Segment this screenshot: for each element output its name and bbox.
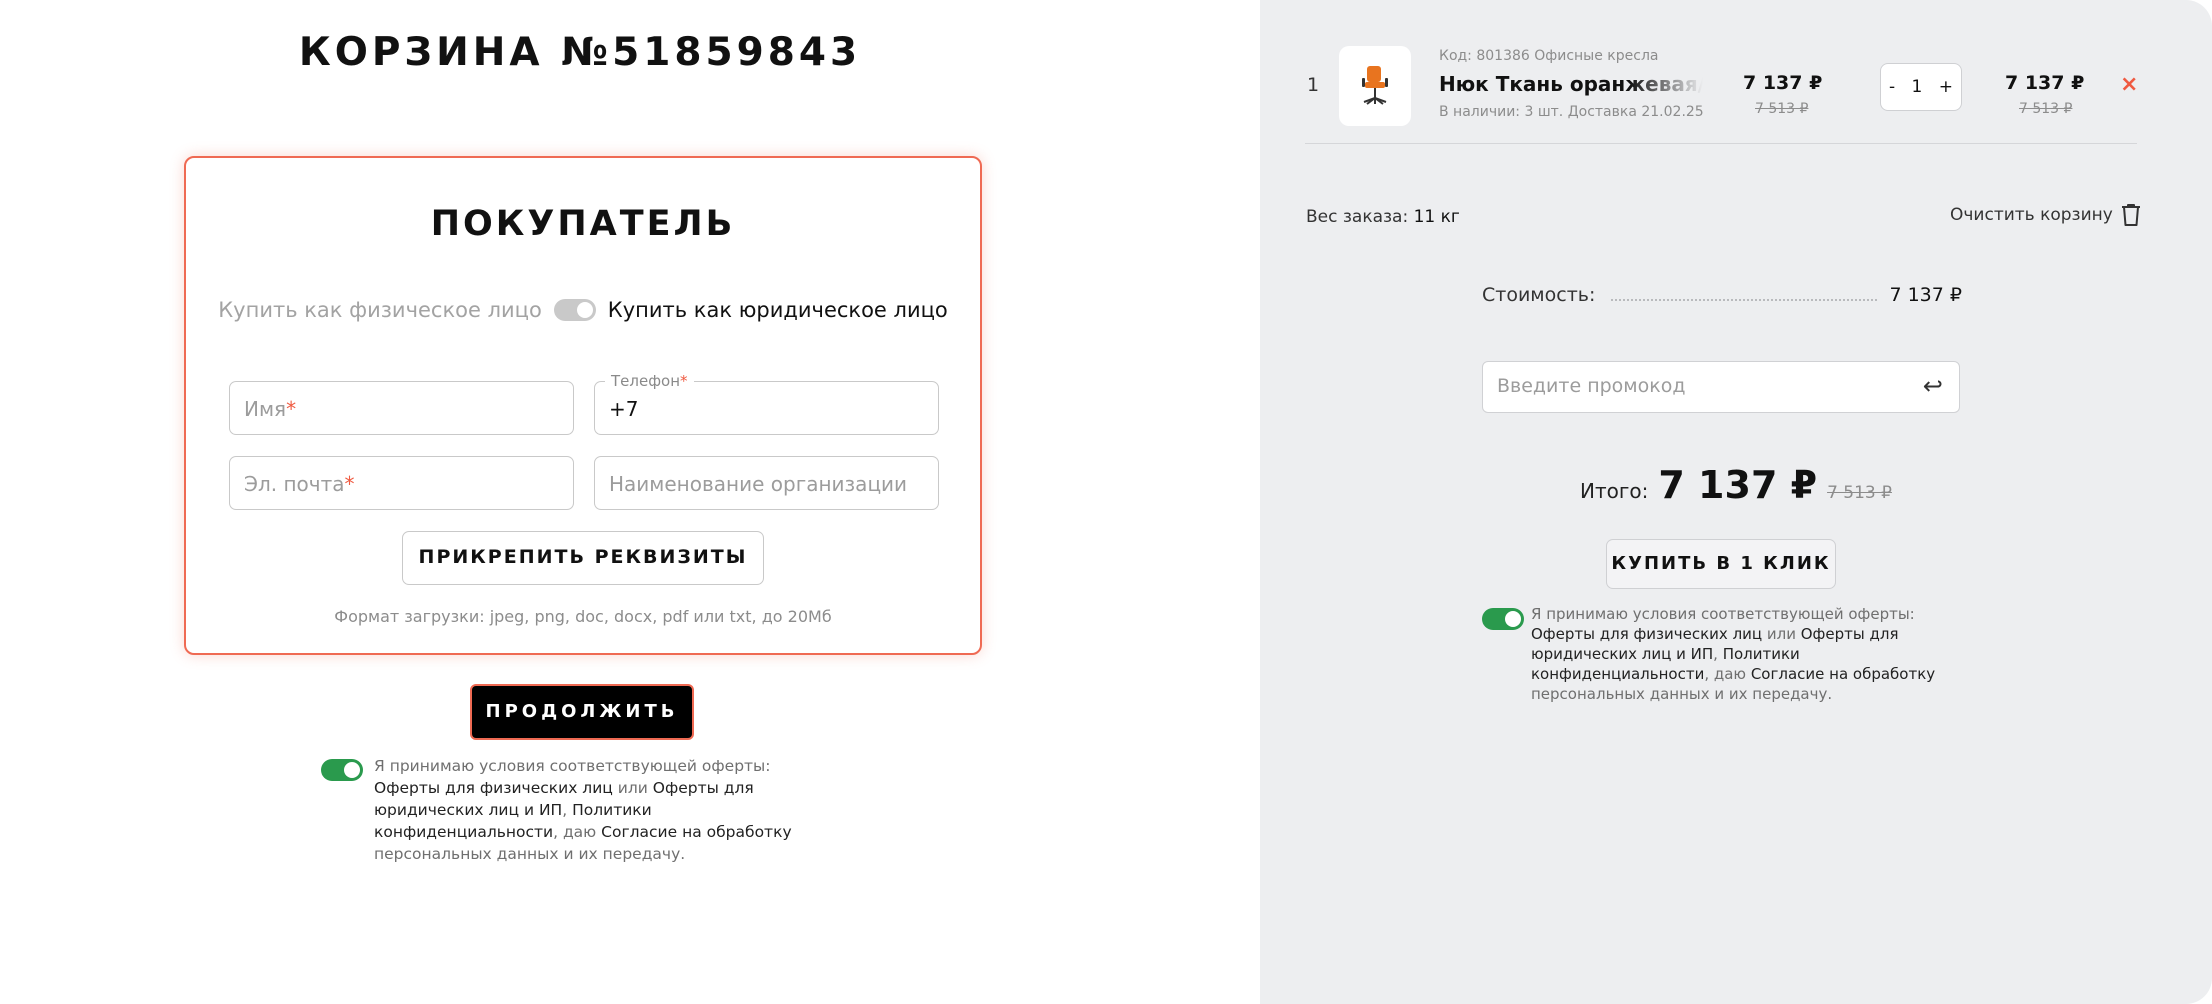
phone-label: Телефон*	[605, 372, 694, 390]
order-summary-panel: 1 Код: 801386 Офисные кресла Нюк Ткань о…	[1260, 0, 2212, 1004]
promo-code-input[interactable]: Введите промокод ↩	[1482, 361, 1960, 413]
buyer-type-legal-label[interactable]: Купить как юридическое лицо	[608, 298, 948, 322]
consent-text-left: Я принимаю условия соответствующей оферт…	[374, 757, 792, 863]
total-old-value: 7 513 ₽	[1827, 483, 1892, 503]
clear-cart-label: Очистить корзину	[1950, 205, 2113, 225]
order-total: Итого: 7 137 ₽ 7 513 ₽	[1260, 463, 2212, 507]
item-code: Код: 801386 Офисные кресла	[1439, 48, 1659, 64]
consent-text-right: Я принимаю условия соответствующей оферт…	[1531, 605, 1936, 703]
organization-placeholder: Наименование организации	[609, 472, 908, 496]
buyer-type-physical-label[interactable]: Купить как физическое лицо	[218, 298, 542, 322]
promo-placeholder: Введите промокод	[1497, 375, 1686, 397]
data-consent-link[interactable]: Согласие на обработку	[601, 823, 791, 841]
total-value: 7 137 ₽	[1658, 463, 1818, 507]
name-placeholder: Имя*	[244, 397, 297, 421]
item-stock-delivery: В наличии: 3 шт. Доставка 21.02.25	[1439, 104, 1704, 120]
buy-one-click-button[interactable]: КУПИТЬ В 1 КЛИК	[1606, 539, 1836, 589]
cost-value: 7 137 ₽	[1889, 284, 1962, 306]
buyer-type-switch: Купить как физическое лицо Купить как юр…	[186, 298, 980, 322]
buyer-section: ПОКУПАТЕЛЬ Купить как физическое лицо Ку…	[184, 156, 982, 655]
qty-minus-button[interactable]: -	[1889, 77, 1895, 97]
item-sum-old: 7 513 ₽	[2019, 101, 2073, 117]
item-sum: 7 137 ₽	[2005, 72, 2085, 94]
office-chair-icon[interactable]	[1339, 46, 1411, 126]
attach-requisites-button[interactable]: ПРИКРЕПИТЬ РЕКВИЗИТЫ	[402, 531, 764, 585]
consent-toggle-right[interactable]	[1482, 608, 1524, 630]
data-consent-link[interactable]: Согласие на обработку	[1751, 665, 1935, 683]
order-weight: Вес заказа: 11 кг	[1306, 207, 1460, 227]
cart-item: 1 Код: 801386 Офисные кресла Нюк Ткань о…	[1305, 44, 2138, 144]
item-price: 7 137 ₽	[1743, 72, 1823, 94]
buyer-type-toggle[interactable]	[553, 299, 596, 321]
consent-toggle-left[interactable]	[321, 759, 363, 781]
checkout-form-panel: КОРЗИНА №51859843 ПОКУПАТЕЛЬ Купить как …	[0, 0, 1260, 1004]
qty-plus-button[interactable]: +	[1939, 77, 1953, 97]
item-index: 1	[1307, 74, 1320, 96]
phone-value: +7	[609, 397, 639, 421]
item-name-link[interactable]: Нюк Ткань оранжевая/Сетка	[1439, 72, 1703, 98]
offer-individuals-link[interactable]: Оферты для физических лиц	[1531, 625, 1762, 643]
email-field[interactable]: Эл. почта*	[229, 456, 574, 510]
phone-field[interactable]: Телефон* +7	[594, 372, 939, 435]
organization-field[interactable]: Наименование организации	[594, 456, 939, 510]
enter-icon[interactable]: ↩	[1923, 372, 1943, 400]
trash-icon	[2121, 204, 2140, 226]
qty-value[interactable]: 1	[1912, 77, 1923, 97]
page-title: КОРЗИНА №51859843	[298, 30, 862, 75]
total-label: Итого:	[1580, 479, 1649, 503]
cost-leader-dots	[1611, 299, 1878, 301]
cost-label: Стоимость:	[1482, 284, 1596, 306]
email-placeholder: Эл. почта*	[244, 472, 355, 496]
upload-format-hint: Формат загрузки: jpeg, png, doc, docx, p…	[334, 607, 832, 626]
item-price-old: 7 513 ₽	[1755, 101, 1809, 117]
cost-row: Стоимость: 7 137 ₽	[1482, 284, 1962, 306]
offer-individuals-link[interactable]: Оферты для физических лиц	[374, 779, 613, 797]
clear-cart-button[interactable]: Очистить корзину	[1950, 203, 2141, 227]
remove-item-icon[interactable]: ×	[2120, 72, 2138, 97]
quantity-stepper: - 1 +	[1880, 63, 1962, 111]
buyer-title: ПОКУПАТЕЛЬ	[430, 204, 736, 244]
continue-button[interactable]: ПРОДОЛЖИТЬ	[470, 684, 694, 740]
name-field[interactable]: Имя*	[229, 381, 574, 435]
